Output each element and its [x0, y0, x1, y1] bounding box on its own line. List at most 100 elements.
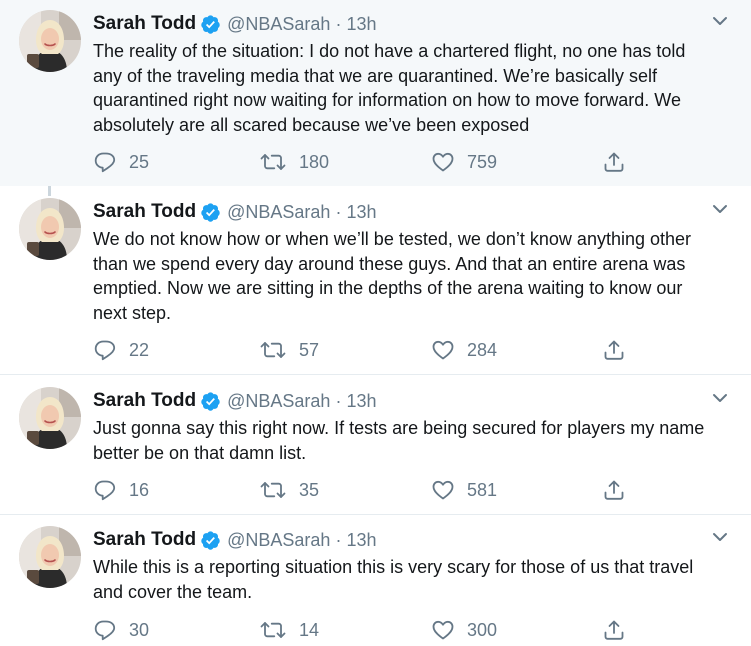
like-button[interactable]: 581	[431, 476, 497, 504]
tweet-text-line: emptied. Now we are sitting in the depth…	[93, 278, 683, 298]
tweet-header: Sarah Todd @NBASarah · 13h	[93, 200, 376, 224]
reply-button[interactable]: 30	[93, 616, 149, 644]
share-icon	[602, 618, 626, 642]
separator-dot: ·	[335, 529, 342, 550]
heart-icon	[431, 618, 455, 642]
tweet-header: Sarah Todd @NBASarah · 13h	[93, 389, 376, 413]
tweet-text-line: Just gonna say this right now. If tests …	[93, 418, 705, 438]
heart-icon	[431, 338, 455, 362]
separator-dot: ·	[335, 390, 342, 411]
tweet-text-line: next step.	[93, 302, 172, 323]
reply-count: 25	[129, 151, 150, 172]
verified-badge-icon	[200, 391, 221, 412]
retweet-count: 180	[299, 151, 330, 172]
like-count: 300	[467, 619, 498, 640]
timestamp[interactable]: 13h	[346, 391, 376, 412]
like-button[interactable]: 759	[431, 148, 497, 176]
author-handle[interactable]: @NBASarah	[227, 14, 330, 35]
author-name[interactable]: Sarah Todd	[93, 529, 196, 551]
like-button[interactable]: 300	[431, 616, 497, 644]
tweet-text-line: The reality of the situation: I do not h…	[93, 41, 686, 61]
reply-count: 16	[129, 479, 150, 500]
retweet-icon	[259, 618, 287, 642]
tweet-text-line: While this is a reporting situation this…	[93, 557, 694, 577]
retweet-icon	[259, 338, 287, 362]
tweet-text-line: absolutely are all scared because we’ve …	[93, 114, 530, 135]
share-icon	[602, 478, 626, 502]
tweet-text-line: any of the traveling media that we are q…	[93, 65, 657, 86]
share-button[interactable]	[602, 616, 626, 644]
reply-icon	[93, 150, 117, 174]
separator-dot: ·	[335, 201, 342, 222]
tweet-2[interactable]: Sarah Todd @NBASarah · 13h We do not kno…	[0, 186, 751, 375]
author-name[interactable]: Sarah Todd	[93, 390, 196, 412]
author-handle[interactable]: @NBASarah	[227, 530, 330, 551]
chevron-down-icon[interactable]	[711, 389, 729, 407]
tweet-1[interactable]: Sarah Todd @NBASarah · 13h The reality o…	[0, 0, 751, 186]
reply-icon	[93, 338, 117, 362]
retweet-count: 14	[299, 619, 320, 640]
retweet-icon	[259, 150, 287, 174]
tweet-text: We do not know how or when we’ll be test…	[93, 227, 733, 325]
share-icon	[602, 338, 626, 362]
tweet-text-line: quarantined right now waiting for inform…	[93, 90, 681, 110]
retweet-button[interactable]: 57	[259, 336, 319, 364]
tweet-actions: 25 180 759	[93, 148, 638, 176]
tweet-actions: 16 35 581	[93, 476, 638, 504]
reply-icon	[93, 618, 117, 642]
timestamp[interactable]: 13h	[346, 530, 376, 551]
reply-button[interactable]: 16	[93, 476, 149, 504]
tweet-text-line: and cover the team.	[93, 581, 253, 602]
separator-dot: ·	[335, 13, 342, 34]
author-name[interactable]: Sarah Todd	[93, 13, 196, 35]
retweet-icon	[259, 478, 287, 502]
retweet-button[interactable]: 14	[259, 616, 319, 644]
reply-count: 30	[129, 619, 150, 640]
chevron-down-icon[interactable]	[711, 12, 729, 30]
share-button[interactable]	[602, 476, 626, 504]
retweet-count: 35	[299, 479, 320, 500]
tweet-actions: 30 14 300	[93, 616, 638, 644]
tweet-text-line: We do not know how or when we’ll be test…	[93, 229, 692, 249]
heart-icon	[431, 150, 455, 174]
verified-badge-icon	[200, 202, 221, 223]
like-count: 759	[467, 151, 498, 172]
retweet-button[interactable]: 180	[259, 148, 329, 176]
share-button[interactable]	[602, 148, 626, 176]
tweet-text: While this is a reporting situation this…	[93, 555, 733, 604]
tweet-actions: 22 57 284	[93, 336, 638, 364]
reply-count: 22	[129, 339, 150, 360]
author-name[interactable]: Sarah Todd	[93, 201, 196, 223]
tweet-thread: Sarah Todd @NBASarah · 13h The reality o…	[0, 0, 751, 646]
reply-button[interactable]: 22	[93, 336, 149, 364]
like-button[interactable]: 284	[431, 336, 497, 364]
avatar[interactable]	[19, 198, 81, 260]
retweet-button[interactable]: 35	[259, 476, 319, 504]
verified-badge-icon	[200, 14, 221, 35]
like-count: 581	[467, 479, 498, 500]
like-count: 284	[467, 339, 498, 360]
chevron-down-icon[interactable]	[711, 200, 729, 218]
timestamp[interactable]: 13h	[346, 202, 376, 223]
tweet-header: Sarah Todd @NBASarah · 13h	[93, 12, 376, 36]
timestamp[interactable]: 13h	[346, 14, 376, 35]
share-icon	[602, 150, 626, 174]
tweet-header: Sarah Todd @NBASarah · 13h	[93, 528, 376, 552]
chevron-down-icon[interactable]	[711, 528, 729, 546]
tweet-text: Just gonna say this right now. If tests …	[93, 416, 733, 465]
reply-button[interactable]: 25	[93, 148, 149, 176]
heart-icon	[431, 478, 455, 502]
retweet-count: 57	[299, 339, 320, 360]
reply-icon	[93, 478, 117, 502]
tweet-4[interactable]: Sarah Todd @NBASarah · 13h While this is…	[0, 515, 751, 646]
author-handle[interactable]: @NBASarah	[227, 391, 330, 412]
avatar[interactable]	[19, 10, 81, 72]
tweet-text-line: better be on that damn list.	[93, 442, 307, 463]
avatar[interactable]	[19, 387, 81, 449]
verified-badge-icon	[200, 530, 221, 551]
avatar[interactable]	[19, 526, 81, 588]
author-handle[interactable]: @NBASarah	[227, 202, 330, 223]
tweet-3[interactable]: Sarah Todd @NBASarah · 13h Just gonna sa…	[0, 375, 751, 515]
share-button[interactable]	[602, 336, 626, 364]
tweet-text: The reality of the situation: I do not h…	[93, 39, 733, 137]
